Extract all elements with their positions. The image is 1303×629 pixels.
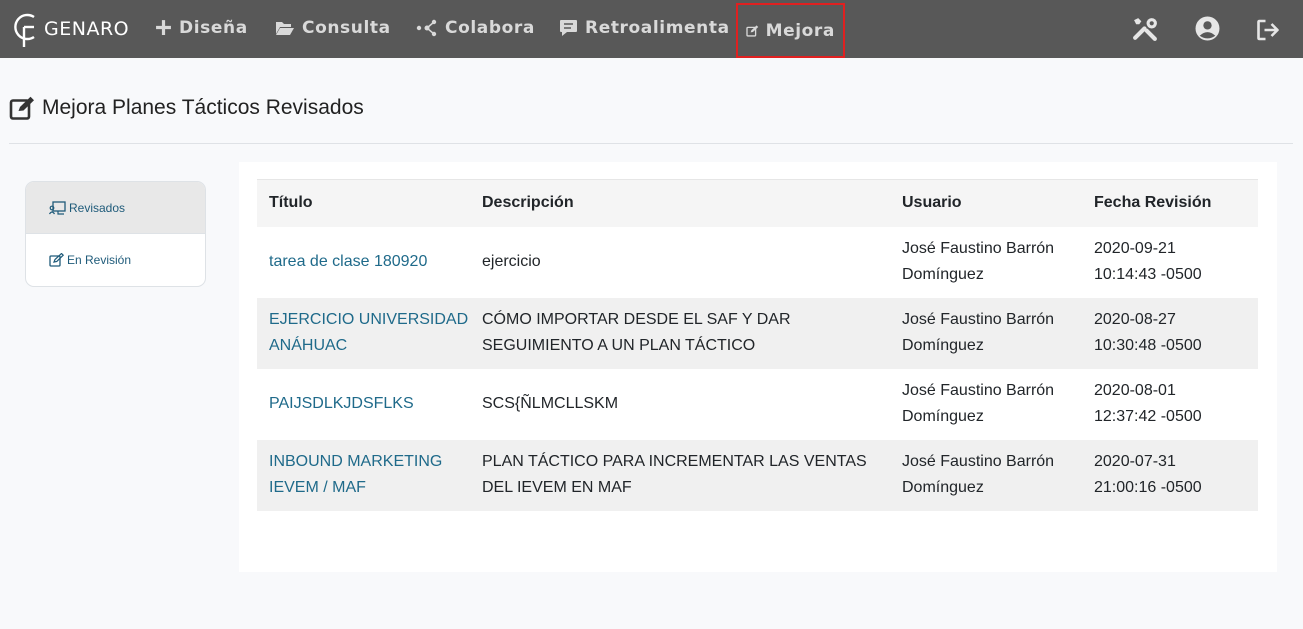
plus-icon <box>156 20 171 35</box>
table-row: PAIJSDLKJDSFLKS SCS{ÑLMCLLSKM José Faust… <box>257 369 1258 440</box>
user-circle-icon[interactable] <box>1195 16 1220 41</box>
sidebar-item-revisados[interactable]: Revisados <box>26 182 205 234</box>
plan-user: José Faustino Barrón Domínguez <box>902 240 1055 283</box>
nav-item-consulta[interactable]: Consulta <box>275 0 391 55</box>
plan-title-link[interactable]: tarea de clase 180920 <box>257 227 470 298</box>
logout-icon[interactable] <box>1256 19 1281 41</box>
nav-label: Diseña <box>179 17 248 38</box>
sidebar-item-en-revision[interactable]: En Revisión <box>26 234 205 286</box>
nav-item-retroalimenta[interactable]: Retroalimenta <box>559 0 730 55</box>
plan-title-link[interactable]: INBOUND MARKETING IEVEM / MAF <box>257 439 470 511</box>
column-header-usuario[interactable]: Usuario <box>890 179 1082 227</box>
nav-item-colabora[interactable]: Colabora <box>416 0 535 55</box>
table-row: INBOUND MARKETING IEVEM / MAF PLAN TÁCTI… <box>257 439 1258 511</box>
nav-item-disena[interactable]: Diseña <box>155 0 248 55</box>
comment-icon <box>560 19 577 36</box>
page-title: Mejora Planes Tácticos Revisados <box>9 96 364 120</box>
sidebar-item-label: Revisados <box>69 200 126 215</box>
title-divider <box>9 143 1293 144</box>
plan-review-date: 2020-08-27 10:30:48 -0500 <box>1082 297 1258 369</box>
plan-title-link[interactable]: PAIJSDLKJDSFLKS <box>257 369 470 440</box>
plans-table: Título Descripción Usuario Fecha Revisió… <box>257 179 1258 511</box>
chalkboard-user-icon <box>49 200 66 215</box>
plan-description: ejercicio <box>482 253 541 270</box>
table-row: EJERCICIO UNIVERSIDAD ANÁHUAC CÓMO IMPOR… <box>257 297 1258 369</box>
plan-description: PLAN TÁCTICO PARA INCREMENTAR LAS VENTAS… <box>470 439 890 511</box>
nav-label: Consulta <box>302 17 391 38</box>
nav-label: Retroalimenta <box>585 17 730 38</box>
brand-logo[interactable]: GENARO <box>10 9 129 49</box>
brand-name: GENARO <box>44 18 130 40</box>
plan-review-date: 2020-08-01 12:37:42 -0500 <box>1094 382 1202 425</box>
column-header-descripcion[interactable]: Descripción <box>470 179 890 227</box>
content-panel: Título Descripción Usuario Fecha Revisió… <box>239 162 1277 572</box>
tools-icon[interactable] <box>1132 16 1159 43</box>
plan-user: José Faustino Barrón Domínguez <box>890 439 1082 511</box>
top-navbar: GENARO Diseña Consulta Colabora Retroali… <box>0 0 1303 58</box>
nav-label: Colabora <box>445 17 535 38</box>
table-row: tarea de clase 180920 ejercicio José Fau… <box>257 227 1258 298</box>
plan-review-date: 2020-09-21 10:14:43 -0500 <box>1094 240 1202 283</box>
sidebar-item-label: En Revisión <box>67 253 132 267</box>
table-header-row: Título Descripción Usuario Fecha Revisió… <box>257 179 1258 227</box>
column-header-fecha[interactable]: Fecha Revisión <box>1082 179 1258 227</box>
column-header-titulo[interactable]: Título <box>257 179 470 227</box>
edit-icon <box>49 253 64 267</box>
nav-label: Mejora <box>765 20 835 41</box>
plan-description: SCS{ÑLMCLLSKM <box>482 395 619 412</box>
page-title-text: Mejora Planes Tácticos Revisados <box>42 96 364 119</box>
genaro-logo-icon <box>14 13 35 47</box>
plan-user: José Faustino Barrón Domínguez <box>902 382 1055 425</box>
plan-user: José Faustino Barrón Domínguez <box>890 297 1082 369</box>
plan-title-link[interactable]: EJERCICIO UNIVERSIDAD ANÁHUAC <box>257 297 470 369</box>
plan-description: CÓMO IMPORTAR DESDE EL SAF Y DAR SEGUIMI… <box>470 297 890 369</box>
edit-icon <box>746 24 759 37</box>
sidebar-nav: Revisados En Revisión <box>25 181 206 287</box>
network-icon <box>416 19 437 36</box>
edit-icon <box>9 96 34 120</box>
plan-review-date: 2020-07-31 21:00:16 -0500 <box>1082 439 1258 511</box>
folder-open-icon <box>276 21 294 35</box>
nav-item-mejora[interactable]: Mejora <box>736 3 845 58</box>
